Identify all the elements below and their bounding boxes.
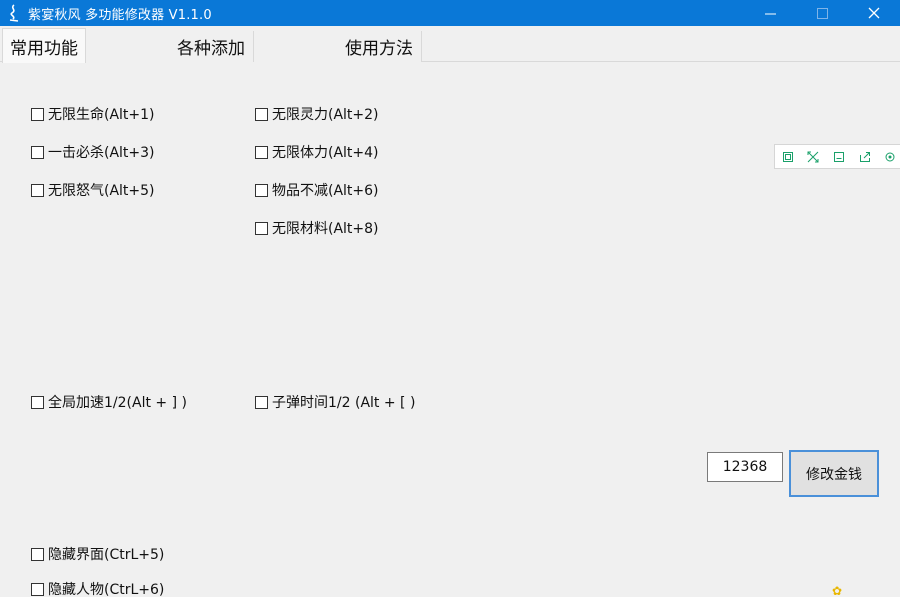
minimize-button[interactable] bbox=[744, 0, 796, 26]
checkbox-label: 物品不减(Alt+6) bbox=[272, 183, 379, 199]
tab-label: 常用功能 bbox=[10, 38, 78, 59]
close-icon bbox=[868, 4, 880, 23]
tab-various-add[interactable]: 各种添加 bbox=[86, 31, 254, 62]
share-icon[interactable] bbox=[852, 146, 878, 168]
checkbox-box[interactable] bbox=[255, 221, 268, 235]
tab-strip: 常用功能 各种添加 使用方法 bbox=[0, 28, 900, 63]
close-button[interactable] bbox=[848, 0, 900, 26]
checkbox-label: 子弹时间1/2 (Alt + [ ) bbox=[272, 395, 416, 411]
money-value: 12368 bbox=[722, 459, 768, 475]
money-input[interactable]: 12368 bbox=[707, 452, 783, 482]
maximize-button[interactable] bbox=[796, 0, 848, 26]
checkbox-box[interactable] bbox=[31, 547, 44, 561]
checkbox-box[interactable] bbox=[31, 395, 44, 409]
checkbox-box[interactable] bbox=[31, 183, 44, 197]
checkbox-infinite-spirit[interactable]: 无限灵力(Alt+2) bbox=[255, 105, 379, 123]
tab-label: 使用方法 bbox=[345, 39, 413, 59]
copy-icon[interactable] bbox=[775, 146, 801, 168]
floating-toolbar bbox=[774, 144, 900, 169]
minimize-icon bbox=[764, 4, 776, 23]
checkbox-bullet-time[interactable]: 子弹时间1/2 (Alt + [ ) bbox=[255, 393, 415, 411]
checkbox-label: 无限灵力(Alt+2) bbox=[272, 107, 379, 123]
checkbox-box[interactable] bbox=[255, 183, 268, 197]
save-icon[interactable] bbox=[826, 146, 852, 168]
checkbox-infinite-stamina[interactable]: 无限体力(Alt+4) bbox=[255, 143, 379, 161]
checkbox-items-no-decrease[interactable]: 物品不减(Alt+6) bbox=[255, 181, 379, 199]
checkbox-box[interactable] bbox=[31, 582, 44, 596]
checkbox-box[interactable] bbox=[31, 107, 44, 121]
tab-label: 各种添加 bbox=[177, 39, 245, 59]
checkbox-label: 无限生命(Alt+1) bbox=[48, 107, 155, 123]
checkbox-box[interactable] bbox=[31, 145, 44, 159]
window-controls bbox=[744, 0, 900, 26]
modify-money-button[interactable]: 修改金钱 bbox=[789, 450, 879, 497]
crop-icon[interactable] bbox=[801, 146, 827, 168]
checkbox-label: 无限材料(Alt+8) bbox=[272, 221, 379, 237]
checkbox-label: 一击必杀(Alt+3) bbox=[48, 145, 155, 161]
calligraphy-logo-icon bbox=[6, 4, 22, 22]
checkbox-infinite-health[interactable]: 无限生命(Alt+1) bbox=[31, 105, 155, 123]
checkbox-infinite-rage[interactable]: 无限怒气(Alt+5) bbox=[31, 181, 155, 199]
maximize-icon bbox=[816, 4, 828, 23]
checkbox-label: 隐藏界面(CtrL+5) bbox=[48, 547, 165, 563]
checkbox-hide-character[interactable]: 隐藏人物(CtrL+6) bbox=[31, 580, 164, 597]
window-title: 紫宴秋风 多功能修改器 V1.1.0 bbox=[28, 7, 212, 23]
checkbox-box[interactable] bbox=[255, 145, 268, 159]
checkbox-infinite-materials[interactable]: 无限材料(Alt+8) bbox=[255, 219, 379, 237]
checkbox-label: 隐藏人物(CtrL+6) bbox=[48, 582, 165, 597]
checkbox-label: 无限怒气(Alt+5) bbox=[48, 183, 155, 199]
checkbox-one-hit-kill[interactable]: 一击必杀(Alt+3) bbox=[31, 143, 155, 161]
modify-money-label: 修改金钱 bbox=[806, 466, 862, 483]
checkbox-box[interactable] bbox=[255, 107, 268, 121]
checkbox-global-speed[interactable]: 全局加速1/2(Alt + ] ) bbox=[31, 393, 187, 411]
tab-common-functions[interactable]: 常用功能 bbox=[2, 28, 86, 63]
checkbox-label: 全局加速1/2(Alt + ] ) bbox=[48, 395, 187, 411]
title-bar: 紫宴秋风 多功能修改器 V1.1.0 bbox=[0, 0, 900, 26]
tab-usage[interactable]: 使用方法 bbox=[254, 31, 422, 62]
checkbox-label: 无限体力(Alt+4) bbox=[272, 145, 379, 161]
settings-icon[interactable] bbox=[877, 146, 900, 168]
decorative-glyph-icon: ✿ bbox=[832, 584, 843, 597]
checkbox-hide-ui[interactable]: 隐藏界面(CtrL+5) bbox=[31, 545, 164, 563]
checkbox-box[interactable] bbox=[255, 395, 268, 409]
